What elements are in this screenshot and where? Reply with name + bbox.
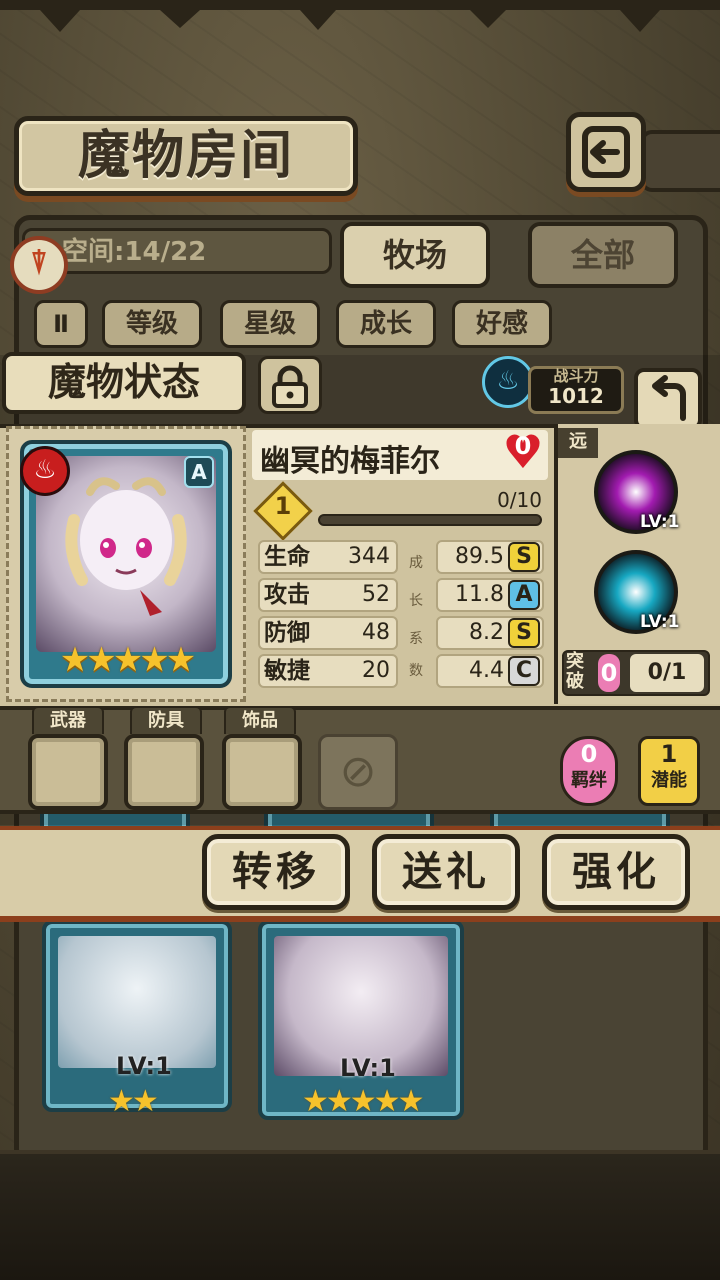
- filter-affection-button[interactable]: 好感: [452, 300, 552, 348]
- breakthrough-label: 突破: [566, 651, 584, 692]
- attack-range-badge: 远: [558, 428, 598, 458]
- armor-slot[interactable]: [124, 734, 204, 810]
- potential-count: 1: [660, 740, 678, 768]
- card-level: LV:1: [116, 1052, 172, 1080]
- card-stars: ★★: [108, 1084, 159, 1119]
- accessory-slot-label: 饰品: [224, 706, 296, 734]
- growth-atk-grade: A: [508, 580, 540, 610]
- bond-count: 0: [580, 740, 598, 768]
- growth-hp-grade: S: [508, 542, 540, 572]
- monster-name: 幽冥的梅菲尔: [260, 444, 440, 479]
- lock-button[interactable]: [258, 356, 322, 414]
- gift-button[interactable]: 送礼: [372, 834, 520, 910]
- tab-all[interactable]: 全部: [528, 222, 678, 288]
- stat-atk-value: 52: [362, 582, 390, 607]
- potential-button[interactable]: 1 潜能: [638, 736, 700, 806]
- combat-power-value: 1012: [548, 384, 604, 408]
- affection-value: 0: [514, 432, 532, 460]
- combat-power-label: 战斗力: [553, 367, 599, 385]
- back-button[interactable]: [634, 368, 702, 430]
- page-title: 魔物房间: [77, 125, 294, 186]
- breakthrough-progress: 0/1: [630, 654, 704, 692]
- enhance-button[interactable]: 强化: [542, 834, 690, 910]
- growth-atk-value: 11.8: [455, 582, 504, 607]
- stat-hp-value: 344: [348, 544, 390, 569]
- card-stars: ★★★★★: [302, 1084, 424, 1119]
- filter-growth-button[interactable]: 成长: [336, 300, 436, 348]
- growth-label-char: 成: [409, 555, 423, 571]
- skill-level: LV:1: [640, 612, 680, 632]
- skill-dark-icon[interactable]: LV:1: [594, 450, 680, 534]
- monster-card[interactable]: LV:1 ★★★★★: [258, 920, 464, 1120]
- fire-element-icon: ♨: [20, 446, 70, 496]
- monster-card[interactable]: LV:1 ★★: [42, 920, 232, 1119]
- filter-level-button[interactable]: 等级: [102, 300, 202, 348]
- exit-icon: [582, 126, 630, 178]
- bond-label: 羁绊: [571, 770, 607, 791]
- monster-level: 1: [274, 492, 292, 520]
- header-extension: [640, 130, 720, 192]
- space-capacity: 空间:14/22: [62, 237, 207, 267]
- growth-agi-grade: C: [508, 656, 540, 686]
- game-screen: 魔物房间 空间:14/22 ⍒ 牧场 全部 Ⅱ 等级 星级 成长 好感 LV:1…: [0, 0, 720, 1280]
- armor-slot-label: 防具: [130, 706, 202, 734]
- monster-portrait-art: [65, 477, 187, 616]
- growth-label-char: 长: [409, 593, 423, 609]
- tab-ranch[interactable]: 牧场: [340, 222, 490, 288]
- top-border-decoration: [0, 0, 720, 32]
- exp-bar: [318, 514, 542, 526]
- exp-text: 0/10: [497, 488, 542, 512]
- water-element-icon: ♨: [482, 356, 534, 408]
- lock-icon: [272, 365, 308, 408]
- sort-order-button[interactable]: Ⅱ: [34, 300, 88, 348]
- skill-level: LV:1: [640, 512, 680, 532]
- weapon-slot[interactable]: [28, 734, 108, 810]
- growth-label-char: 系: [409, 631, 423, 647]
- breakthrough-count: 0: [598, 654, 620, 692]
- potential-label: 潜能: [651, 770, 687, 791]
- weapon-slot-label: 武器: [32, 706, 104, 734]
- growth-hp-value: 89.5: [455, 544, 504, 569]
- locked-slot-prohibited-icon: ⊘: [318, 734, 398, 810]
- bottom-frame: [0, 1150, 720, 1280]
- exit-room-button[interactable]: [566, 112, 646, 192]
- skill-water-icon[interactable]: LV:1: [594, 550, 680, 634]
- growth-def-value: 8.2: [469, 620, 504, 645]
- room-badge-icon[interactable]: ⍒: [10, 236, 68, 294]
- stat-def-value: 48: [362, 620, 390, 645]
- bond-button[interactable]: 0 羁绊: [560, 736, 618, 806]
- stat-agi-value: 20: [362, 658, 390, 683]
- back-arrow-icon: [652, 375, 686, 421]
- growth-def-grade: S: [508, 618, 540, 648]
- accessory-slot[interactable]: [222, 734, 302, 810]
- growth-agi-value: 4.4: [469, 658, 504, 683]
- rank-badge: A: [184, 456, 214, 488]
- filter-star-button[interactable]: 星级: [220, 300, 320, 348]
- card-level: LV:1: [340, 1054, 396, 1082]
- growth-label-char: 数: [409, 663, 423, 679]
- monster-stars: ★★★★★: [59, 640, 196, 680]
- transfer-button[interactable]: 转移: [202, 834, 350, 910]
- status-title: 魔物状态: [47, 359, 200, 404]
